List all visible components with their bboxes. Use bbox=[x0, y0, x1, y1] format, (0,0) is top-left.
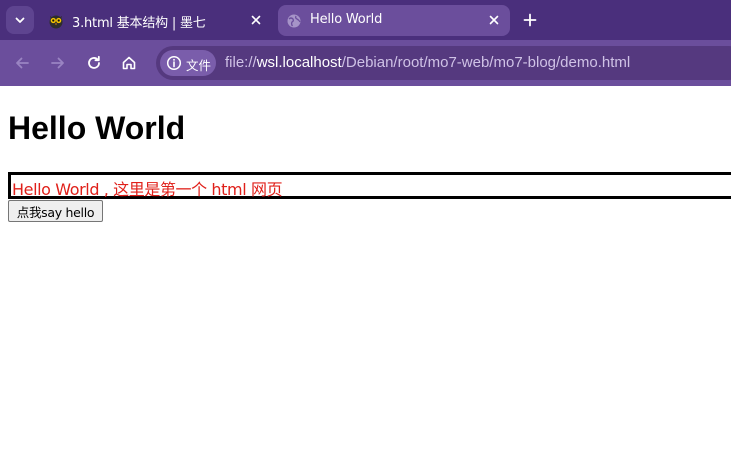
page-heading: Hello World bbox=[8, 110, 186, 146]
new-tab-button[interactable] bbox=[516, 6, 544, 34]
arrow-right-icon bbox=[51, 57, 64, 69]
tab-title: Hello World bbox=[310, 12, 383, 27]
tab-hello-world[interactable]: Hello World bbox=[278, 5, 510, 36]
reload-button[interactable] bbox=[81, 50, 107, 76]
page-content: Hello World Hello World , 这里是第一个 html 网页… bbox=[0, 86, 731, 450]
url-path: /Debian/root/mo7-web/mo7-blog/demo.html bbox=[341, 54, 631, 71]
site-info-label: 文件 bbox=[186, 58, 212, 73]
close-icon bbox=[489, 15, 499, 25]
close-tab-button[interactable] bbox=[486, 12, 502, 28]
arrow-left-icon bbox=[16, 57, 29, 69]
site-info-chip[interactable]: 文件 bbox=[160, 50, 216, 76]
tab-strip: 3.html 基本结构 | 墨七 Hello World bbox=[0, 0, 731, 40]
url-scheme: file:// bbox=[225, 54, 257, 71]
browser-toolbar: 文件 file://wsl.localhost/Debian/root/mo7-… bbox=[0, 40, 731, 86]
greeting-input[interactable]: Hello World , 这里是第一个 html 网页 bbox=[8, 172, 731, 199]
reload-icon bbox=[88, 55, 100, 69]
home-icon bbox=[122, 56, 136, 70]
chevron-down-icon bbox=[15, 17, 25, 23]
back-button[interactable] bbox=[9, 50, 35, 76]
plus-icon bbox=[523, 13, 537, 27]
url-host: wsl.localhost bbox=[256, 54, 342, 71]
address-bar[interactable]: 文件 file://wsl.localhost/Debian/root/mo7-… bbox=[156, 46, 731, 80]
close-tab-button[interactable] bbox=[248, 12, 264, 28]
home-button[interactable] bbox=[116, 50, 142, 76]
tab-title: 3.html 基本结构 | 墨七 bbox=[72, 16, 206, 31]
globe-icon bbox=[287, 14, 301, 28]
info-icon bbox=[166, 55, 182, 71]
forward-button[interactable] bbox=[45, 50, 71, 76]
tab-3-html[interactable]: 3.html 基本结构 | 墨七 bbox=[40, 5, 272, 36]
say-hello-button[interactable]: 点我say hello bbox=[8, 200, 103, 222]
close-icon bbox=[251, 15, 261, 25]
greeting-input-value: Hello World , 这里是第一个 html 网页 bbox=[12, 180, 283, 199]
tab-search-button[interactable] bbox=[6, 6, 34, 34]
owl-icon bbox=[49, 15, 63, 29]
url-text[interactable]: file://wsl.localhost/Debian/root/mo7-web… bbox=[225, 54, 630, 71]
